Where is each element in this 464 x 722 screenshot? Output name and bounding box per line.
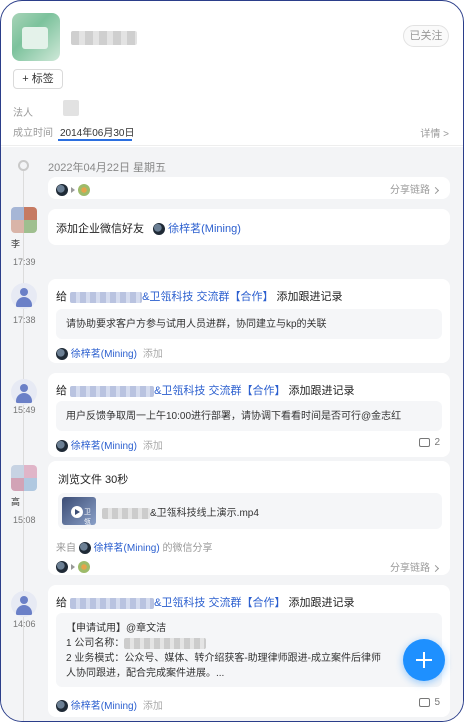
comment-count[interactable]: 2 (419, 437, 440, 448)
activity-card[interactable]: 给 &卫瓴科技 交流群【合作】 添加跟进记录 请协助要求客户方参与试用人员进群，… (48, 279, 450, 363)
author-link[interactable]: 徐梓茗(Mining) (94, 543, 160, 554)
follow-up-note: 用户反馈争取周一上午10:00进行部署，请协调下看看时间是否可行@金志红 (56, 401, 442, 431)
activity-text: 浏览文件 30秒 (58, 474, 129, 486)
company-name-blurred (124, 637, 207, 649)
add-action[interactable]: 添加 (143, 441, 163, 452)
entry-time: 17:38 (13, 315, 36, 325)
add-action[interactable]: 添加 (143, 349, 163, 360)
activity-title: 给 &卫瓴科技 交流群【合作】 添加跟进记录 (56, 291, 343, 303)
author-line: 徐梓茗(Mining) 添加 (56, 437, 163, 453)
plus-icon-stroke (423, 652, 425, 668)
group-link[interactable]: &卫瓴科技 交流群【合作】 (142, 291, 273, 303)
header-divider (1, 145, 463, 146)
share-path-avatars (56, 182, 90, 196)
group-link[interactable]: &卫瓴科技 交流群【合作】 (154, 385, 285, 397)
add-tag-button[interactable]: + 标签 (13, 69, 63, 89)
file-name: &卫瓴科技线上演示.mp4 (102, 504, 259, 519)
user-avatar-icon (11, 283, 37, 309)
file-attachment[interactable]: 卫瓴 &卫瓴科技线上演示.mp4 (58, 493, 442, 529)
contact-name: 李 (11, 239, 21, 249)
contact-name: 高 (11, 497, 21, 507)
founded-value: 2014年06月30日 (60, 128, 135, 139)
group-name-blurred (70, 385, 155, 397)
detail-link[interactable]: 详情 > (420, 125, 449, 140)
comment-icon (419, 437, 431, 447)
activity-title: 给 &卫瓴科技 交流群【合作】 添加跟进记录 (56, 385, 355, 397)
arrow-right-icon (71, 563, 75, 570)
play-icon (71, 506, 83, 518)
activity-card[interactable]: 分享链路 (48, 177, 450, 199)
entry-time: 17:39 (13, 257, 36, 267)
share-path-link[interactable]: 分享链路 (390, 181, 440, 196)
author-line: 徐梓茗(Mining) 添加 (56, 345, 163, 361)
share-path-avatars (56, 559, 90, 573)
entry-time: 14:06 (13, 619, 36, 629)
user-avatar-icon (11, 591, 37, 617)
contact-avatar[interactable] (11, 207, 37, 233)
source-line: 来自 徐梓茗(Mining) 的微信分享 (56, 542, 213, 555)
user-avatar-icon (78, 183, 90, 196)
timeline-line (23, 163, 24, 721)
video-thumbnail: 卫瓴 (62, 497, 96, 526)
group-name-blurred (70, 597, 155, 609)
arrow-right-icon (71, 186, 75, 193)
founded-underline (58, 139, 132, 141)
follow-up-note: 【申请试用】@章文洁 1 公司名称： 2 业务模式：公众号、媒体、转介绍获客-助… (56, 613, 442, 687)
activity-card[interactable]: 给 &卫瓴科技 交流群【合作】 添加跟进记录 用户反馈争取周一上午10:00进行… (48, 373, 450, 457)
user-avatar-icon (56, 700, 68, 713)
author-line: 徐梓茗(Mining) 添加 (56, 697, 163, 713)
timeline-dot-icon (18, 160, 29, 171)
activity-card[interactable]: 添加企业微信好友 徐梓茗(Mining) (48, 209, 450, 245)
company-avatar (12, 13, 60, 61)
entry-time: 15:08 (13, 515, 36, 525)
entry-time: 15:49 (13, 405, 36, 415)
user-avatar-icon (56, 183, 68, 196)
activity-card[interactable]: 给 &卫瓴科技 交流群【合作】 添加跟进记录 【申请试用】@章文洁 1 公司名称… (48, 585, 450, 717)
activity-text: 添加企业微信好友 徐梓茗(Mining) (56, 223, 241, 236)
file-name-blurred (102, 507, 150, 519)
add-action[interactable]: 添加 (143, 701, 163, 712)
chevron-right-icon (431, 186, 440, 194)
day-header: 2022年04月22日 星期五 (48, 162, 166, 174)
author-link[interactable]: 徐梓茗(Mining) (71, 349, 137, 360)
user-avatar-icon (78, 542, 91, 555)
comment-icon (419, 697, 431, 707)
add-fab-button[interactable] (403, 639, 445, 681)
chevron-right-icon (431, 564, 440, 572)
user-avatar-icon (11, 379, 37, 405)
user-avatar-icon (78, 560, 90, 573)
founded-label: 成立时间 (13, 128, 53, 139)
author-link[interactable]: 徐梓茗(Mining) (71, 701, 137, 712)
activity-feed[interactable]: 2022年04月22日 星期五 分享链路 李 17:39 添加企业微信好友 徐梓… (1, 147, 463, 721)
author-link[interactable]: 徐梓茗(Mining) (168, 223, 241, 235)
user-avatar-icon (56, 560, 68, 573)
group-name-blurred (70, 291, 143, 303)
user-avatar-icon (56, 440, 68, 453)
activity-title: 给 &卫瓴科技 交流群【合作】 添加跟进记录 (56, 597, 355, 609)
comment-count[interactable]: 5 (419, 697, 440, 708)
contact-avatar[interactable] (11, 465, 37, 491)
author-link[interactable]: 徐梓茗(Mining) (71, 441, 137, 452)
share-path-link[interactable]: 分享链路 (390, 559, 440, 574)
company-name-blurred (71, 31, 137, 45)
legal-person-label: 法人 (13, 108, 33, 119)
activity-card[interactable]: 浏览文件 30秒 卫瓴 &卫瓴科技线上演示.mp4 来自 徐梓茗(Mining)… (48, 461, 450, 575)
user-avatar-icon (153, 223, 166, 236)
user-avatar-icon (56, 348, 68, 361)
follow-up-note: 请协助要求客户方参与试用人员进群，协同建立与kp的关联 (56, 309, 442, 339)
legal-person-blurred (63, 100, 79, 116)
app-frame: 已关注 + 标签 法人 成立时间 2014年06月30日 详情 > 2022年0… (0, 0, 464, 722)
follow-button[interactable]: 已关注 (403, 25, 449, 47)
group-link[interactable]: &卫瓴科技 交流群【合作】 (154, 597, 285, 609)
